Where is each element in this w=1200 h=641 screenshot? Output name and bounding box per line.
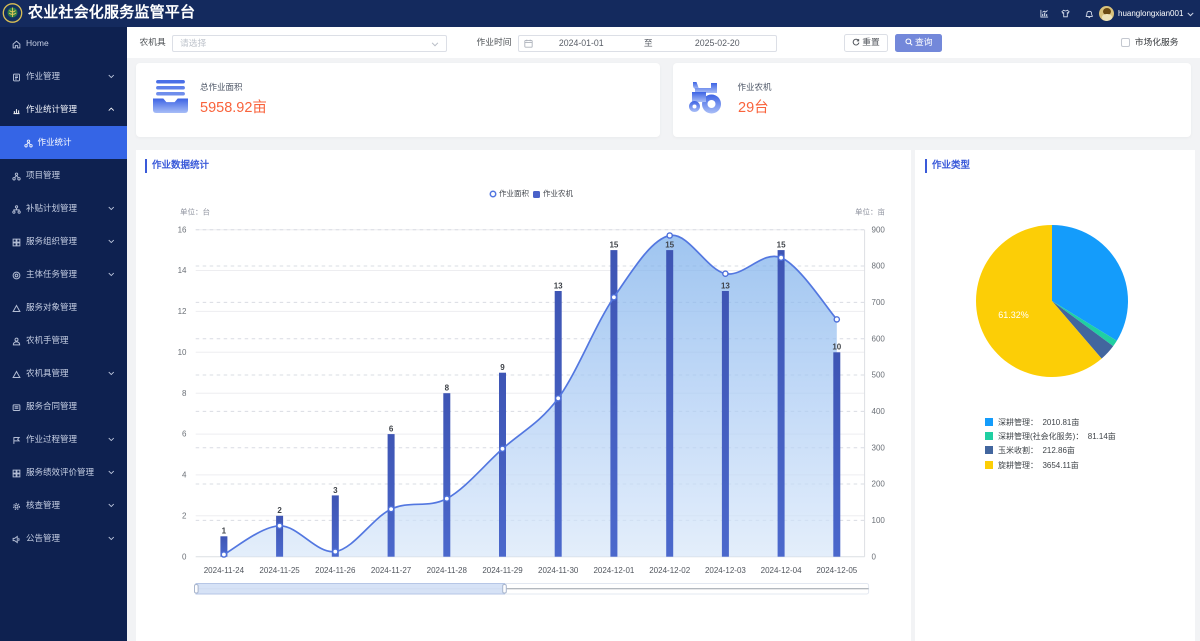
svg-text:单位：台: 单位：台: [180, 206, 210, 216]
svg-text:2024-12-05: 2024-12-05: [816, 566, 857, 575]
svg-text:13: 13: [721, 281, 730, 290]
svg-text:8: 8: [445, 384, 450, 393]
svg-text:100: 100: [872, 516, 886, 525]
svg-text:2024-11-28: 2024-11-28: [427, 566, 468, 575]
svg-text:15: 15: [665, 241, 674, 250]
svg-text:4: 4: [182, 471, 187, 480]
svg-text:2024-11-30: 2024-11-30: [538, 566, 579, 575]
svg-text:12: 12: [178, 307, 187, 316]
svg-text:2024-12-01: 2024-12-01: [593, 566, 634, 575]
svg-text:2024-11-25: 2024-11-25: [259, 566, 300, 575]
svg-text:700: 700: [872, 298, 886, 307]
svg-text:14: 14: [178, 266, 187, 275]
svg-text:6: 6: [182, 430, 187, 439]
svg-text:2024-12-03: 2024-12-03: [705, 566, 746, 575]
svg-text:0: 0: [182, 552, 187, 561]
svg-text:0: 0: [872, 552, 877, 561]
svg-text:900: 900: [872, 225, 886, 234]
svg-text:400: 400: [872, 407, 886, 416]
svg-text:9: 9: [500, 363, 505, 372]
svg-text:13: 13: [554, 281, 563, 290]
svg-text:8: 8: [182, 389, 187, 398]
svg-text:单位：亩: 单位：亩: [855, 206, 885, 216]
svg-text:1: 1: [222, 527, 227, 536]
svg-text:10: 10: [178, 348, 187, 357]
svg-text:2: 2: [182, 511, 187, 520]
svg-text:10: 10: [832, 343, 841, 352]
svg-text:61.32%: 61.32%: [998, 310, 1029, 320]
svg-text:6: 6: [389, 425, 394, 434]
svg-text:2: 2: [277, 506, 282, 515]
svg-text:500: 500: [872, 371, 886, 380]
svg-text:15: 15: [777, 241, 786, 250]
svg-text:2024-11-27: 2024-11-27: [371, 566, 412, 575]
svg-text:3: 3: [333, 486, 338, 495]
svg-text:16: 16: [178, 225, 187, 234]
svg-text:2024-11-24: 2024-11-24: [204, 566, 245, 575]
svg-text:15: 15: [609, 241, 618, 250]
svg-text:800: 800: [872, 262, 886, 271]
svg-text:2024-11-29: 2024-11-29: [482, 566, 523, 575]
svg-text:300: 300: [872, 443, 886, 452]
svg-text:200: 200: [872, 480, 886, 489]
svg-text:2024-12-04: 2024-12-04: [761, 566, 802, 575]
svg-text:600: 600: [872, 334, 886, 343]
svg-text:2024-12-02: 2024-12-02: [649, 566, 690, 575]
svg-text:2024-11-26: 2024-11-26: [315, 566, 356, 575]
